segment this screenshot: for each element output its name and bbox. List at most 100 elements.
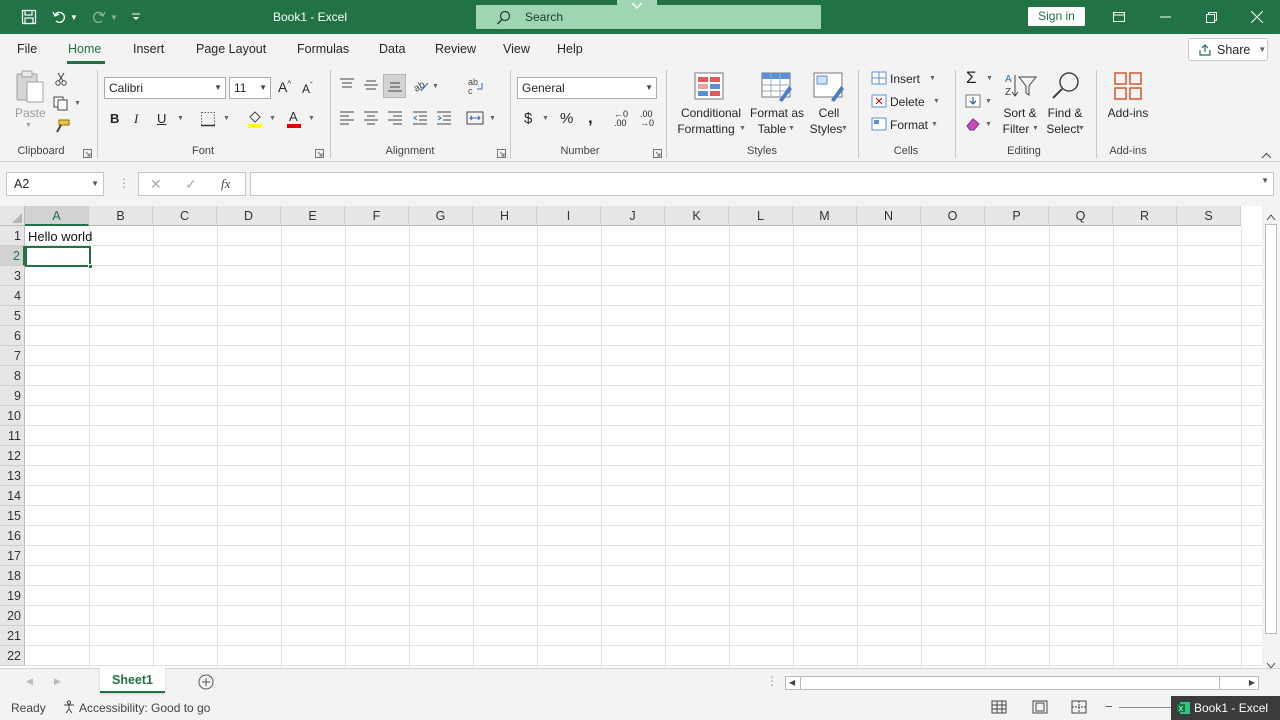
scroll-left-icon[interactable]: ◀ [789, 678, 795, 687]
customize-toolbar-icon[interactable] [125, 7, 147, 27]
tab-formulas[interactable]: Formulas [297, 42, 349, 56]
paste-dropdown-icon[interactable]: ▼ [25, 122, 32, 129]
fill-dropdown-icon[interactable]: ▼ [985, 98, 992, 105]
sort-filter-icon[interactable]: AZ [1004, 71, 1038, 104]
increase-indent-icon[interactable] [436, 111, 452, 128]
font-dialog-launcher-icon[interactable] [315, 147, 324, 158]
conditional-formatting-label-2[interactable]: Formatting [671, 121, 741, 137]
conditional-formatting-dropdown-icon[interactable]: ▼ [739, 125, 746, 132]
font-size-combo[interactable]: 11 ▼ [229, 77, 271, 99]
cell-A1[interactable]: Hello world [28, 229, 92, 244]
cell-styles-label-2[interactable]: Styles [806, 121, 846, 137]
share-button[interactable]: Share ▼ [1188, 38, 1268, 61]
cancel-entry-icon[interactable]: ✕ [150, 176, 162, 193]
selected-cell-A2[interactable] [25, 246, 91, 267]
tab-help[interactable]: Help [557, 42, 583, 56]
tab-review[interactable]: Review [435, 42, 476, 56]
underline-icon[interactable]: U [157, 111, 166, 126]
orientation-dropdown-icon[interactable]: ▼ [432, 83, 439, 90]
orientation-icon[interactable]: ab [412, 77, 430, 96]
tab-home[interactable]: Home [68, 42, 101, 56]
align-right-icon[interactable] [387, 111, 403, 128]
collapse-ribbon-icon[interactable] [1261, 148, 1272, 162]
accounting-dropdown-icon[interactable]: ▼ [542, 115, 549, 122]
align-center-icon[interactable] [363, 111, 379, 128]
row-header-9[interactable]: 9 [0, 386, 25, 406]
column-header-c[interactable]: C [153, 206, 217, 226]
vertical-scroll-thumb[interactable] [1265, 224, 1277, 634]
formula-bar-grip-icon[interactable]: ⋮ [118, 176, 130, 190]
sort-filter-label-1[interactable]: Sort & [1000, 105, 1040, 121]
ribbon-collapse-handle[interactable] [617, 0, 657, 12]
number-format-combo[interactable]: General ▼ [517, 77, 657, 99]
find-select-label-1[interactable]: Find & [1045, 105, 1085, 121]
row-header-10[interactable]: 10 [0, 406, 25, 426]
insert-function-icon[interactable]: fx [221, 176, 230, 192]
format-as-table-icon[interactable] [761, 72, 793, 105]
column-header-e[interactable]: E [281, 206, 345, 226]
column-header-f[interactable]: F [345, 206, 409, 226]
row-header-22[interactable]: 22 [0, 646, 25, 666]
minimize-icon[interactable] [1142, 0, 1188, 34]
cell-styles-label-1[interactable]: Cell [812, 105, 846, 121]
format-as-table-dropdown-icon[interactable]: ▼ [788, 125, 795, 132]
column-header-q[interactable]: Q [1049, 206, 1113, 226]
fill-color-dropdown-icon[interactable]: ▼ [269, 115, 276, 122]
row-header-21[interactable]: 21 [0, 626, 25, 646]
close-icon[interactable] [1234, 0, 1280, 34]
sign-in-button[interactable]: Sign in [1028, 7, 1085, 26]
find-select-dropdown-icon[interactable]: ▼ [1078, 125, 1085, 132]
row-header-19[interactable]: 19 [0, 586, 25, 606]
tab-split-grip-icon[interactable]: ⋮ [766, 674, 778, 688]
column-header-d[interactable]: D [217, 206, 281, 226]
copy-dropdown-icon[interactable]: ▼ [74, 100, 81, 107]
tab-view[interactable]: View [503, 42, 530, 56]
number-dialog-launcher-icon[interactable] [653, 147, 662, 158]
conditional-formatting-label-1[interactable]: Conditional [676, 105, 746, 121]
cell-styles-icon[interactable] [813, 72, 845, 105]
sheet-tab-sheet1[interactable]: Sheet1 [100, 668, 165, 693]
insert-cells-label[interactable]: Insert [890, 72, 920, 86]
restore-icon[interactable] [1188, 0, 1234, 34]
row-header-5[interactable]: 5 [0, 306, 25, 326]
merge-center-icon[interactable] [466, 110, 484, 129]
sort-filter-label-2[interactable]: Filter [996, 121, 1036, 137]
bold-icon[interactable]: B [110, 111, 119, 126]
row-header-2[interactable]: 2 [0, 246, 25, 266]
previous-sheet-icon[interactable]: ◀ [26, 676, 33, 687]
delete-cells-icon[interactable] [871, 94, 887, 111]
horizontal-scroll-thumb[interactable] [800, 677, 1220, 689]
column-header-k[interactable]: K [665, 206, 729, 226]
vertical-scrollbar[interactable] [1262, 206, 1280, 669]
expand-formula-bar-icon[interactable]: ▼ [1261, 176, 1269, 185]
format-cells-icon[interactable] [871, 117, 887, 134]
tab-data[interactable]: Data [379, 42, 405, 56]
row-header-15[interactable]: 15 [0, 506, 25, 526]
next-sheet-icon[interactable]: ▶ [54, 676, 61, 687]
column-header-j[interactable]: J [601, 206, 665, 226]
row-header-17[interactable]: 17 [0, 546, 25, 566]
redo-icon[interactable] [88, 7, 110, 27]
undo-dropdown-icon[interactable]: ▼ [68, 7, 80, 27]
ribbon-display-options-icon[interactable] [1096, 0, 1142, 34]
autosum-dropdown-icon[interactable]: ▼ [986, 75, 993, 82]
row-header-8[interactable]: 8 [0, 366, 25, 386]
format-painter-icon[interactable] [54, 119, 70, 137]
row-header-20[interactable]: 20 [0, 606, 25, 626]
decrease-font-size-icon[interactable]: Aˇ [302, 81, 313, 96]
cut-icon[interactable] [54, 72, 68, 89]
delete-cells-label[interactable]: Delete [890, 95, 925, 109]
row-header-11[interactable]: 11 [0, 426, 25, 446]
column-header-a[interactable]: A [25, 206, 89, 226]
increase-font-size-icon[interactable]: A^ [278, 79, 291, 95]
clipboard-dialog-launcher-icon[interactable] [83, 147, 92, 158]
paste-icon[interactable] [14, 70, 46, 104]
zoom-slider[interactable] [1119, 707, 1171, 708]
insert-cells-icon[interactable] [871, 71, 887, 88]
column-header-b[interactable]: B [89, 206, 153, 226]
wrap-text-icon[interactable]: ab c [467, 77, 485, 98]
name-box[interactable]: A2 ▼ [6, 172, 104, 196]
page-break-preview-icon[interactable] [1071, 700, 1087, 717]
merge-center-dropdown-icon[interactable]: ▼ [489, 115, 496, 122]
format-cells-label[interactable]: Format [890, 118, 928, 132]
